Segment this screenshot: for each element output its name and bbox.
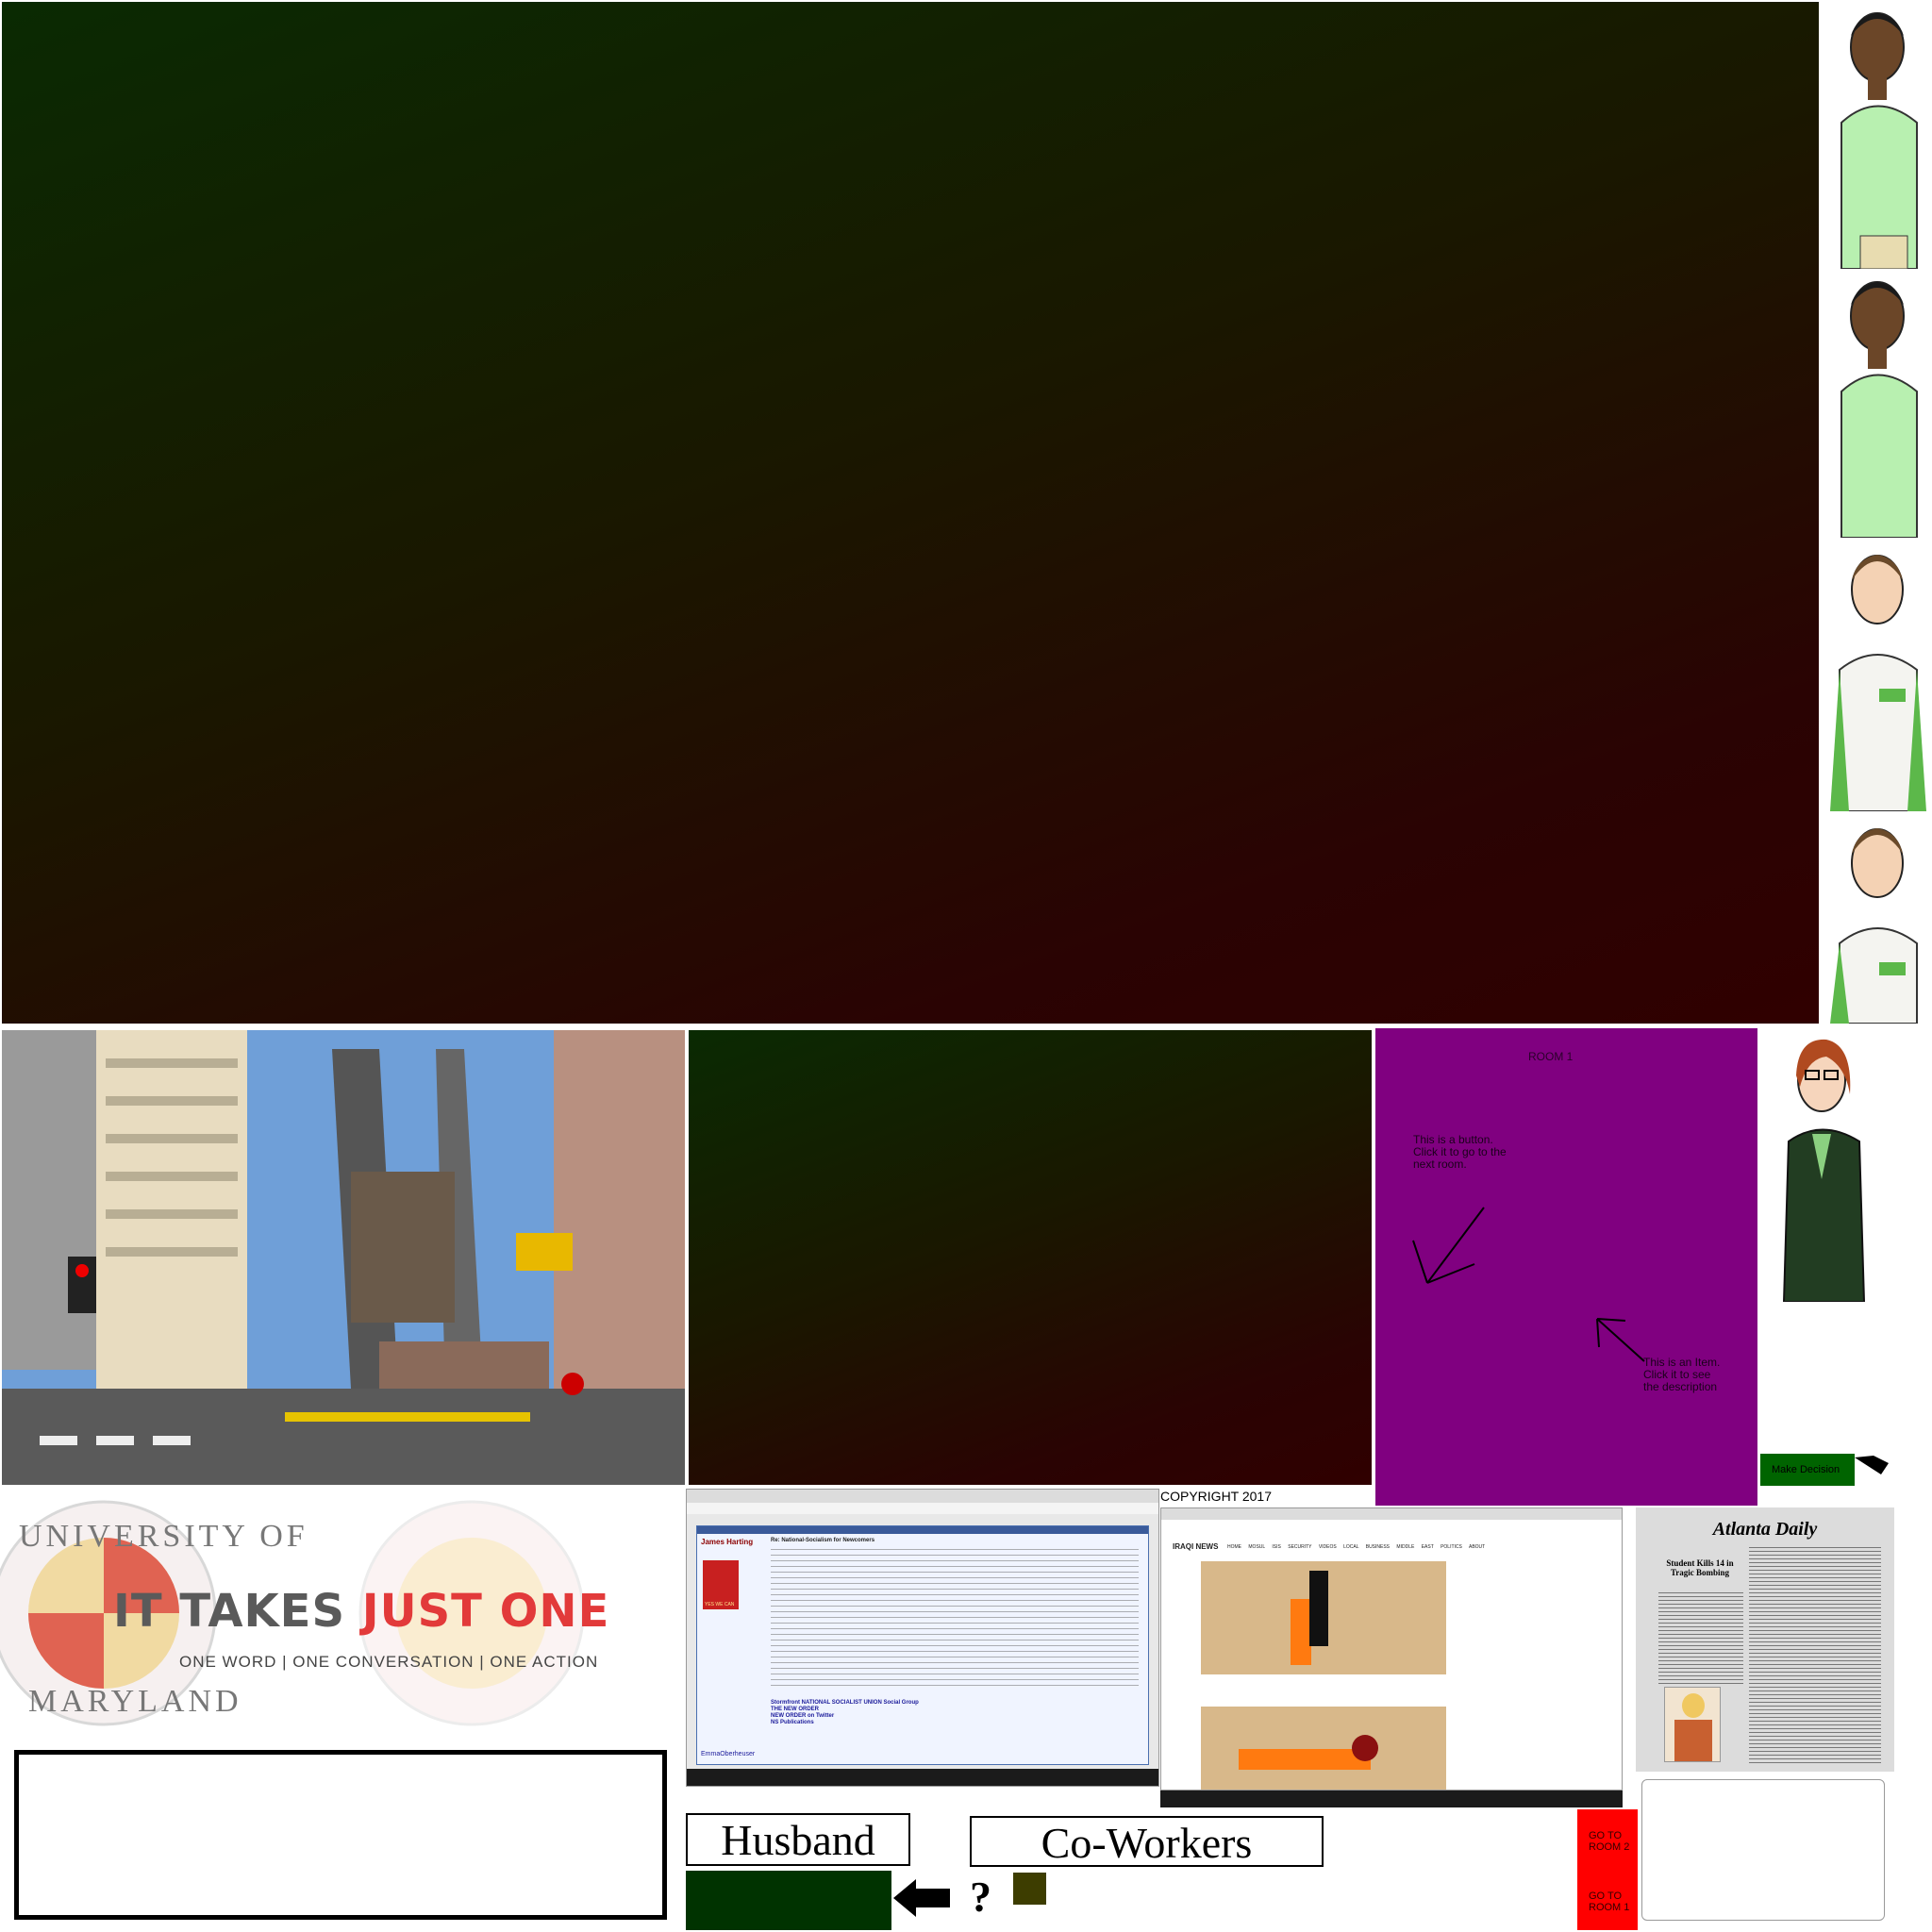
post-signature-links[interactable]: Stormfront NATIONAL SOCIALIST UNION Soci…	[771, 1700, 919, 1726]
room-info-panel: ROOM 1 This is a button. Click it to go …	[1375, 1028, 1757, 1506]
forum-post-body: James Harting Re: National-Socialism for…	[696, 1525, 1149, 1765]
campaign-slogan: IT TAKES JUST ONE	[113, 1585, 609, 1638]
suspect-photo	[1664, 1687, 1721, 1762]
seal-top-text: UNIVERSITY OF	[19, 1519, 308, 1554]
character-sprite-man-1[interactable]	[1823, 0, 1932, 269]
nav-item[interactable]: BUSINESS	[1366, 1544, 1390, 1550]
cursor-pointer-icon	[1855, 1456, 1889, 1474]
husband-button[interactable]: Husband	[686, 1813, 910, 1866]
room-title: ROOM 1	[1528, 1050, 1574, 1063]
seal-bottom-text: MARYLAND	[28, 1684, 242, 1719]
nav-item[interactable]: MIDDLE EAST	[1396, 1544, 1433, 1550]
man-portrait-icon	[1823, 269, 1932, 538]
character-sprite-coworker-2[interactable]	[1823, 811, 1932, 1024]
university-campaign-banner: UNIVERSITY OF MARYLAND IT TAKES JUST ONE…	[0, 1500, 685, 1736]
browser-tab-bar	[1161, 1508, 1622, 1520]
button-hint-text: This is a button. Click it to go to the …	[1413, 1133, 1507, 1171]
husband-label: Husband	[721, 1816, 875, 1864]
poster-text: YES WE CAN	[705, 1602, 735, 1607]
newspaper-columns	[1749, 1547, 1881, 1764]
go-room-1-button[interactable]: GO TO ROOM 1	[1589, 1890, 1629, 1913]
coworkers-button[interactable]: Co-Workers	[970, 1816, 1324, 1867]
campaign-tagline: ONE WORD | ONE CONVERSATION | ONE ACTION	[179, 1653, 599, 1671]
post-username[interactable]: James Harting	[701, 1538, 753, 1546]
coworker-portrait-icon	[1823, 811, 1932, 1024]
link-item[interactable]: NS Publications	[771, 1720, 919, 1726]
nav-item[interactable]: POLITICS	[1441, 1544, 1462, 1550]
nav-item[interactable]: SECURITY	[1288, 1544, 1311, 1550]
post-title: Re: National-Socialism for Newcomers	[771, 1538, 875, 1543]
empty-item-box	[1641, 1779, 1885, 1921]
link-item[interactable]: THE NEW ORDER	[771, 1707, 919, 1713]
link-item[interactable]: NEW ORDER on Twitter	[771, 1713, 919, 1720]
site-logo[interactable]: IRAQI NEWS	[1173, 1542, 1218, 1551]
forum-post-screenshot[interactable]: James Harting Re: National-Socialism for…	[686, 1489, 1159, 1787]
husband-choice-block[interactable]	[686, 1871, 891, 1930]
video-frame-2[interactable]	[1201, 1707, 1446, 1790]
item-hint-text: This is an Item. Click it to see the des…	[1643, 1356, 1721, 1393]
question-mark-icon: ?	[970, 1873, 991, 1921]
nav-item[interactable]: LOCAL	[1343, 1544, 1358, 1550]
site-nav: HOME MOSUL ISIS SECURITY VIDEOS LOCAL BU…	[1227, 1544, 1485, 1550]
post-text-lines	[771, 1549, 1139, 1690]
newspaper-headline: Student Kills 14 in Tragic Bombing	[1666, 1558, 1734, 1577]
go-room-2-button[interactable]: GO TO ROOM 2	[1589, 1830, 1629, 1853]
coworkers-label: Co-Workers	[1041, 1819, 1253, 1867]
yes-we-can-poster: YES WE CAN	[703, 1560, 739, 1609]
secondary-scene-panel	[689, 1030, 1372, 1485]
slogan-part-1: IT TAKES	[113, 1585, 362, 1638]
newspaper-masthead: Atlanta Daily	[1712, 1519, 1818, 1540]
nav-item[interactable]: MOSUL	[1248, 1544, 1265, 1550]
second-post-user[interactable]: EmmaOberheuser	[701, 1751, 755, 1757]
windows-taskbar	[1160, 1790, 1623, 1807]
browser-tab-bar	[687, 1490, 1158, 1503]
coworker-choice-block[interactable]	[1013, 1873, 1046, 1905]
video-frame-1[interactable]	[1201, 1561, 1446, 1674]
link-item[interactable]: Stormfront NATIONAL SOCIALIST UNION Soci…	[771, 1700, 919, 1707]
nav-item[interactable]: VIDEOS	[1319, 1544, 1337, 1550]
make-decision-button[interactable]: Make Decision	[1760, 1454, 1855, 1486]
post-header-bar	[697, 1526, 1148, 1534]
newspaper-columns	[1658, 1592, 1743, 1687]
newspaper-clipping[interactable]: Atlanta Daily Student Kills 14 in Tragic…	[1636, 1507, 1894, 1772]
empty-text-box	[14, 1750, 667, 1920]
character-sprite-woman[interactable]	[1760, 1028, 1883, 1302]
make-decision-label: Make Decision	[1772, 1464, 1840, 1475]
city-street-icon	[2, 1030, 685, 1485]
news-video-screenshot[interactable]: IRAQI NEWS HOME MOSUL ISIS SECURITY VIDE…	[1160, 1507, 1623, 1790]
arrow-down-left-icon	[1412, 1207, 1485, 1284]
nav-item[interactable]: HOME	[1227, 1544, 1241, 1550]
slogan-part-2: JUST ONE	[361, 1585, 610, 1638]
woman-portrait-icon	[1760, 1028, 1883, 1302]
main-scene-background	[2, 2, 1819, 1024]
nav-item[interactable]: ISIS	[1272, 1544, 1280, 1550]
windows-taskbar	[687, 1769, 1158, 1786]
man-portrait-icon	[1823, 0, 1932, 269]
character-sprite-man-2[interactable]	[1823, 269, 1932, 538]
street-scene-photo[interactable]	[2, 1030, 685, 1485]
nav-item[interactable]: ABOUT	[1469, 1544, 1485, 1550]
go-room-navigation-panel: GO TO ROOM 2 GO TO ROOM 1	[1577, 1809, 1638, 1930]
character-sprite-coworker-1[interactable]	[1823, 538, 1932, 811]
coworker-portrait-icon	[1823, 538, 1932, 811]
browser-address-bar	[687, 1503, 1158, 1514]
arrow-left-icon	[893, 1879, 950, 1917]
copyright-notice: COPYRIGHT 2017	[1160, 1489, 1273, 1504]
